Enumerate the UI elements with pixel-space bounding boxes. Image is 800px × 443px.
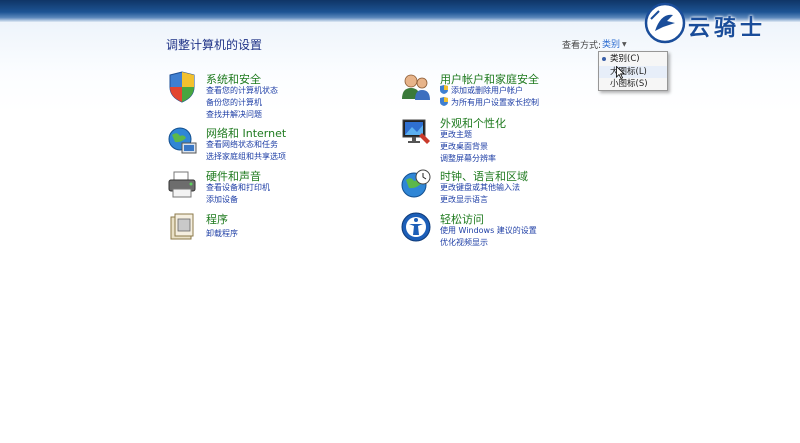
users-icon: [402, 74, 430, 100]
menu-item-large-icons[interactable]: 大图标(L): [599, 66, 667, 78]
category-system-security: 系统和安全 查看您的计算机状态 备份您的计算机 查找并解决问题: [166, 71, 346, 121]
clock-globe-icon: [401, 169, 431, 198]
menu-item-label: 类别(C): [610, 54, 640, 64]
menu-item-label: 小图标(S): [610, 79, 648, 89]
link-change-desktop-background[interactable]: 更改桌面背景: [440, 141, 488, 152]
link-change-theme[interactable]: 更改主题: [440, 129, 472, 140]
view-by-menu: 类别(C) 大图标(L) 小图标(S): [598, 51, 668, 91]
category-ease-of-access: 轻松访问 使用 Windows 建议的设置 优化视频显示: [400, 211, 600, 251]
monitor-icon: [402, 119, 430, 144]
category-user-accounts: 用户帐户和家庭安全 添加或删除用户帐户 为所有用户设置家长控制: [400, 71, 600, 111]
link-uninstall-program[interactable]: 卸载程序: [206, 228, 238, 239]
category-clock-language: 时钟、语言和区域 更改键盘或其他输入法 更改显示语言: [400, 168, 600, 208]
uac-shield-icon: [440, 97, 448, 106]
category-appearance: 外观和个性化 更改主题 更改桌面背景 调整屏幕分辨率: [400, 115, 600, 163]
link-optimize-visual-display[interactable]: 优化视频显示: [440, 237, 488, 248]
link-view-network-status[interactable]: 查看网络状态和任务: [206, 139, 278, 150]
ease-of-access-icon: [401, 212, 431, 242]
printer-icon: [168, 171, 196, 198]
view-by-dropdown[interactable]: 类别 ▼: [602, 37, 627, 50]
link-display-language[interactable]: 更改显示语言: [440, 194, 488, 205]
watermark-text: 云骑士: [688, 16, 767, 41]
link-devices-printers[interactable]: 查看设备和打印机: [206, 182, 270, 193]
network-globe-icon: [168, 127, 197, 154]
link-add-remove-accounts[interactable]: 添加或删除用户帐户: [451, 85, 523, 96]
category-network-internet: 网络和 Internet 查看网络状态和任务 选择家庭组和共享选项: [166, 125, 346, 165]
mouse-cursor-icon: [616, 66, 625, 79]
menu-item-category[interactable]: 类别(C): [599, 53, 667, 65]
link-add-device[interactable]: 添加设备: [206, 194, 238, 205]
link-recommended-settings[interactable]: 使用 Windows 建议的设置: [440, 225, 537, 236]
link-parental-controls[interactable]: 为所有用户设置家长控制: [451, 97, 539, 108]
link-screen-resolution[interactable]: 调整屏幕分辨率: [440, 153, 496, 164]
shield-pc-icon: [169, 71, 195, 103]
menu-item-small-icons[interactable]: 小图标(S): [599, 78, 667, 90]
view-by-selected: 类别: [602, 40, 621, 50]
link-homegroup-sharing[interactable]: 选择家庭组和共享选项: [206, 151, 286, 162]
link-keyboard-input[interactable]: 更改键盘或其他输入法: [440, 182, 520, 193]
programs-icon: [170, 213, 194, 240]
radio-dot-icon: [602, 57, 606, 61]
chevron-down-icon: ▼: [622, 41, 627, 48]
uac-shield-icon: [440, 85, 448, 94]
category-hardware-sound: 硬件和声音 查看设备和打印机 添加设备: [166, 168, 346, 208]
view-by-label: 查看方式:: [562, 41, 602, 51]
page-title: 调整计算机的设置: [166, 38, 263, 52]
link-find-fix-problems[interactable]: 查找并解决问题: [206, 109, 262, 120]
link-view-computer-status[interactable]: 查看您的计算机状态: [206, 85, 278, 96]
category-programs: 程序 卸载程序: [166, 211, 346, 245]
link-backup-computer[interactable]: 备份您的计算机: [206, 97, 262, 108]
category-title[interactable]: 程序: [206, 211, 228, 227]
